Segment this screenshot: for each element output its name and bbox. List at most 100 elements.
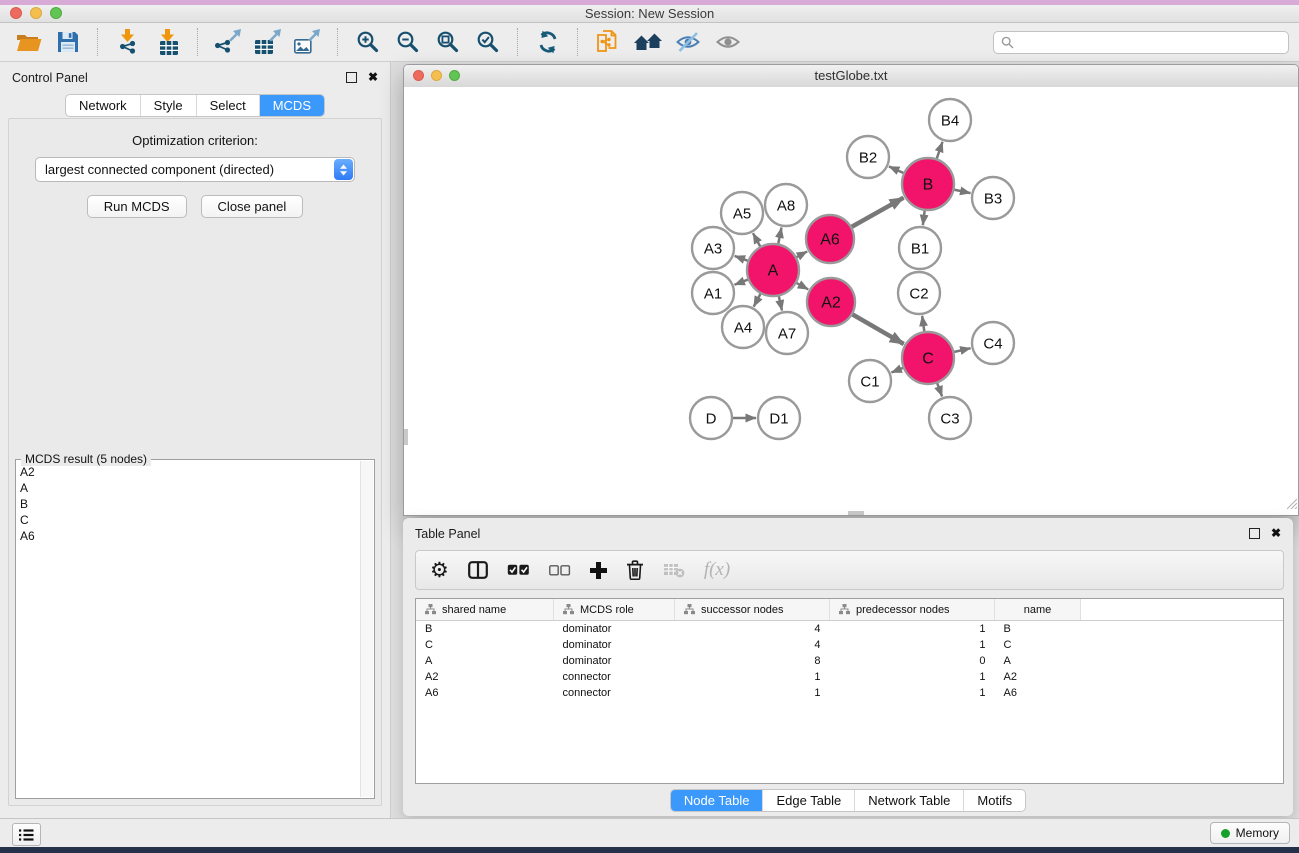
export-network-button[interactable]	[210, 26, 246, 58]
graph-edge-A-A5[interactable]	[753, 233, 761, 247]
table-cell[interactable]: A2	[416, 669, 554, 685]
import-table-button[interactable]	[150, 26, 186, 58]
graph-edge-B-B1[interactable]	[923, 210, 925, 225]
table-cell[interactable]: 1	[830, 637, 995, 653]
table-cell[interactable]: 1	[830, 685, 995, 701]
table-cell[interactable]: A6	[416, 685, 554, 701]
mcds-result-item[interactable]: A	[20, 480, 360, 496]
table-row[interactable]: Bdominator41B	[416, 621, 1283, 638]
settings-gear-icon[interactable]: ⚙	[430, 560, 449, 581]
float-panel-icon[interactable]	[1249, 528, 1260, 539]
tab-network-table[interactable]: Network Table	[854, 790, 963, 811]
table-cell[interactable]: 8	[675, 653, 830, 669]
mcds-result-item[interactable]: C	[20, 512, 360, 528]
mcds-result-item[interactable]: A2	[20, 464, 360, 480]
table-cell[interactable]: connector	[554, 685, 675, 701]
table-cell[interactable]: A	[416, 653, 554, 669]
table-cell[interactable]: dominator	[554, 653, 675, 669]
table-cell[interactable]: 4	[675, 637, 830, 653]
close-panel-button[interactable]: Close panel	[201, 195, 304, 218]
table-cell[interactable]: B	[416, 621, 554, 638]
open-session-button[interactable]	[10, 26, 46, 58]
export-table-button[interactable]	[250, 26, 286, 58]
mcds-result-item[interactable]: B	[20, 496, 360, 512]
resize-grip[interactable]	[1285, 496, 1297, 514]
table-cell[interactable]: 4	[675, 621, 830, 638]
graph-edge-C-C1[interactable]	[891, 368, 903, 373]
table-cell[interactable]: 1	[675, 685, 830, 701]
refresh-button[interactable]	[530, 26, 566, 58]
tab-select[interactable]: Select	[196, 95, 259, 116]
table-row[interactable]: A2connector11A2	[416, 669, 1283, 685]
vertical-scroll-stub[interactable]	[404, 429, 408, 445]
column-header-predecessor-nodes[interactable]: predecessor nodes	[830, 599, 995, 621]
zoom-in-button[interactable]	[350, 26, 386, 58]
column-header-shared-name[interactable]: shared name	[416, 599, 554, 621]
graph-edge-A-A8[interactable]	[778, 228, 781, 245]
network-minimize-button[interactable]	[431, 70, 442, 81]
export-image-button[interactable]	[290, 26, 326, 58]
table-cell[interactable]: B	[995, 621, 1081, 638]
column-header-mcds-role[interactable]: MCDS role	[554, 599, 675, 621]
table-row[interactable]: A6connector11A6	[416, 685, 1283, 701]
run-mcds-button[interactable]: Run MCDS	[87, 195, 187, 218]
select-all-icon[interactable]	[507, 564, 530, 576]
delete-column-icon[interactable]	[626, 560, 644, 580]
graph-edge-A-A1[interactable]	[734, 279, 748, 284]
duplicate-network-button[interactable]	[590, 26, 626, 58]
graph-edge-A-A7[interactable]	[779, 295, 782, 310]
table-cell[interactable]: connector	[554, 669, 675, 685]
show-columns-icon[interactable]	[468, 561, 488, 579]
mcds-result-list[interactable]: A2ABCA6	[18, 464, 360, 796]
mcds-result-item[interactable]: A6	[20, 528, 360, 544]
horizontal-scroll-stub[interactable]	[848, 511, 864, 515]
deselect-all-icon[interactable]	[549, 565, 571, 576]
tab-mcds[interactable]: MCDS	[259, 95, 324, 116]
graph-edge-C-C3[interactable]	[937, 382, 942, 396]
graph-edge-A2-C[interactable]	[852, 314, 904, 344]
network-zoom-button[interactable]	[449, 70, 460, 81]
tab-motifs[interactable]: Motifs	[963, 790, 1025, 811]
import-network-button[interactable]	[110, 26, 146, 58]
table-row[interactable]: Adominator80A	[416, 653, 1283, 669]
table-cell[interactable]: dominator	[554, 637, 675, 653]
result-scrollbar[interactable]	[360, 461, 373, 797]
optimization-criterion-dropdown[interactable]: largest connected component (directed)	[35, 157, 355, 182]
graph-edge-A-A4[interactable]	[754, 293, 761, 307]
column-header-successor-nodes[interactable]: successor nodes	[675, 599, 830, 621]
close-panel-icon[interactable]: ✖	[1271, 527, 1281, 539]
table-cell[interactable]: 1	[830, 669, 995, 685]
graph-edge-C-C4[interactable]	[953, 348, 970, 352]
node-table[interactable]: shared nameMCDS rolesuccessor nodesprede…	[415, 598, 1284, 784]
search-input[interactable]	[1019, 34, 1281, 50]
graph-edge-B-B2[interactable]	[889, 166, 904, 173]
table-cell[interactable]: dominator	[554, 621, 675, 638]
function-builder-icon[interactable]: f(x)	[704, 559, 730, 581]
tab-node-table[interactable]: Node Table	[671, 790, 763, 811]
graph-edge-A6-B[interactable]	[851, 198, 904, 228]
graph-edge-A-A3[interactable]	[735, 256, 749, 261]
zoom-out-button[interactable]	[390, 26, 426, 58]
tab-style[interactable]: Style	[140, 95, 196, 116]
zoom-fit-button[interactable]	[430, 26, 466, 58]
graph-edge-A-A2[interactable]	[796, 283, 808, 290]
network-window-titlebar[interactable]: testGlobe.txt	[404, 65, 1298, 88]
table-cell[interactable]: C	[416, 637, 554, 653]
table-row[interactable]: Cdominator41C	[416, 637, 1283, 653]
float-panel-icon[interactable]	[346, 72, 357, 83]
graph-edge-A-A6[interactable]	[796, 251, 807, 257]
save-session-button[interactable]	[50, 26, 86, 58]
home-button[interactable]	[630, 26, 666, 58]
table-cell[interactable]: 1	[675, 669, 830, 685]
tab-edge-table[interactable]: Edge Table	[762, 790, 854, 811]
show-annotations-button[interactable]	[710, 26, 746, 58]
hide-annotations-button[interactable]	[670, 26, 706, 58]
zoom-selected-button[interactable]	[470, 26, 506, 58]
network-canvas[interactable]: AA1A2A3A4A5A6A7A8BB1B2B3B4CC1C2C3C4DD1	[404, 87, 1298, 515]
table-cell[interactable]: A	[995, 653, 1081, 669]
delete-table-icon[interactable]	[663, 562, 685, 578]
task-history-button[interactable]	[12, 823, 41, 846]
network-graph[interactable]: AA1A2A3A4A5A6A7A8BB1B2B3B4CC1C2C3C4DD1	[404, 87, 1298, 515]
column-header-name[interactable]: name	[995, 599, 1081, 621]
search-field[interactable]	[993, 31, 1289, 54]
